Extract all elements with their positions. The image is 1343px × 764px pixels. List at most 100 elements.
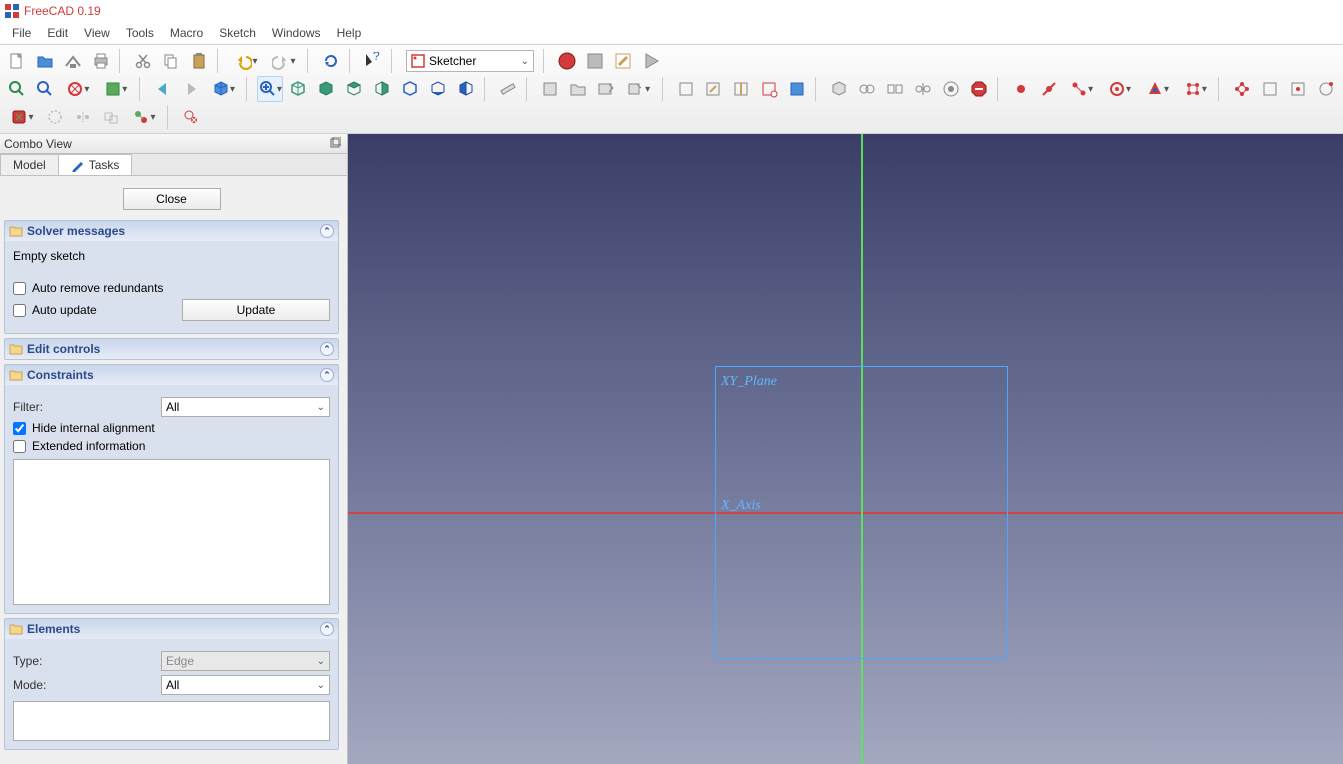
view-top-button[interactable] (341, 76, 367, 102)
constraint-horizontal-button[interactable]: ▾ (1102, 76, 1138, 102)
refresh-button[interactable] (318, 48, 344, 74)
menu-help[interactable]: Help (329, 24, 370, 42)
solver-header[interactable]: Solver messages ⌃ (5, 221, 338, 241)
sketch-map-button[interactable] (784, 76, 810, 102)
new-file-button[interactable] (4, 48, 30, 74)
filter-select[interactable]: All ⌄ (161, 397, 330, 417)
edit-controls-section: Edit controls ⌃ (4, 338, 339, 360)
copy-button[interactable] (158, 48, 184, 74)
constraints-list[interactable] (13, 459, 330, 605)
menu-edit[interactable]: Edit (39, 24, 76, 42)
sketch-merge-button[interactable] (882, 76, 908, 102)
whatsthis-button[interactable]: ? (360, 48, 386, 74)
fit-selection-button[interactable] (32, 76, 58, 102)
constraint-vertical-button[interactable]: ▾ (1064, 76, 1100, 102)
view-left-button[interactable] (453, 76, 479, 102)
workbench-selector[interactable]: Sketcher ⌄ (406, 50, 534, 72)
constraint-tangent-button[interactable] (1229, 76, 1255, 102)
part-create-button[interactable] (537, 76, 563, 102)
group-button[interactable] (565, 76, 591, 102)
sketch-stop-button[interactable] (938, 76, 964, 102)
geom-clone-button[interactable] (98, 104, 124, 130)
close-button[interactable]: Close (123, 188, 221, 210)
open-file-button[interactable] (32, 48, 58, 74)
collapse-icon[interactable]: ⌃ (320, 368, 334, 382)
sketch-mirror-button[interactable] (910, 76, 936, 102)
macro-run-button[interactable] (638, 48, 664, 74)
collapse-icon[interactable]: ⌃ (320, 622, 334, 636)
isometric-button[interactable]: ▾ (206, 76, 242, 102)
macro-stop-button[interactable] (582, 48, 608, 74)
type-select[interactable]: Edge ⌄ (161, 651, 330, 671)
chevron-down-icon: ▾ (252, 56, 257, 67)
sketch-view-button[interactable] (756, 76, 782, 102)
sketch-leave-button[interactable] (728, 76, 754, 102)
view-rear-button[interactable] (397, 76, 423, 102)
extended-info-checkbox[interactable] (13, 440, 26, 453)
constraint-equal-button[interactable] (1257, 76, 1283, 102)
redo-button[interactable]: ▾ (266, 48, 302, 74)
auto-remove-checkbox[interactable] (13, 282, 26, 295)
geom-delete-constraints-button[interactable] (178, 104, 204, 130)
view-right-button[interactable] (369, 76, 395, 102)
view-front-button[interactable] (313, 76, 339, 102)
hide-internal-checkbox[interactable] (13, 422, 26, 435)
zoom-in-button[interactable]: ▾ (257, 76, 283, 102)
menu-file[interactable]: File (4, 24, 39, 42)
constraint-perpendicular-button[interactable]: ▾ (1177, 76, 1213, 102)
measure-button[interactable] (495, 76, 521, 102)
cut-button[interactable] (130, 48, 156, 74)
tab-model[interactable]: Model (0, 154, 59, 175)
macro-record-button[interactable] (554, 48, 580, 74)
geom-copy-button[interactable]: ▾ (126, 104, 162, 130)
mode-select[interactable]: All ⌄ (161, 675, 330, 695)
collapse-icon[interactable]: ⌃ (320, 342, 334, 356)
undo-button[interactable]: ▾ (228, 48, 264, 74)
menu-macro[interactable]: Macro (162, 24, 211, 42)
stop-operation-button[interactable] (966, 76, 992, 102)
constraint-parallel-button[interactable]: ▾ (1140, 76, 1176, 102)
toolbar-separator (119, 49, 125, 73)
menu-sketch[interactable]: Sketch (211, 24, 264, 42)
viewport-3d[interactable]: XY_Plane X_Axis (348, 134, 1343, 764)
print-button[interactable] (88, 48, 114, 74)
geom-symmetry-button[interactable] (70, 104, 96, 130)
elements-header[interactable]: Elements ⌃ (5, 619, 338, 639)
menu-tools[interactable]: Tools (118, 24, 162, 42)
sketch-reorient-button[interactable] (826, 76, 852, 102)
edit-controls-header[interactable]: Edit controls ⌃ (5, 339, 338, 359)
collapse-icon[interactable]: ⌃ (320, 224, 334, 238)
tab-tasks[interactable]: Tasks (58, 154, 133, 175)
auto-remove-label: Auto remove redundants (32, 281, 163, 295)
link-actions-button[interactable]: ▾ (621, 76, 657, 102)
auto-update-checkbox[interactable] (13, 304, 26, 317)
draw-style-button[interactable]: ▾ (60, 76, 96, 102)
constraint-block-button[interactable] (1313, 76, 1339, 102)
view-iso-button[interactable] (285, 76, 311, 102)
constraints-header[interactable]: Constraints ⌃ (5, 365, 338, 385)
elements-list[interactable] (13, 701, 330, 741)
constraint-point-on-button[interactable] (1036, 76, 1062, 102)
float-panel-icon[interactable] (329, 137, 343, 151)
geom-circle-button[interactable] (42, 104, 68, 130)
fit-all-button[interactable] (4, 76, 30, 102)
menu-view[interactable]: View (76, 24, 118, 42)
constraint-symmetric-button[interactable] (1285, 76, 1311, 102)
view-bottom-button[interactable] (425, 76, 451, 102)
macro-edit-button[interactable] (610, 48, 636, 74)
nav-forward-button[interactable] (178, 76, 204, 102)
nav-back-button[interactable] (150, 76, 176, 102)
bounding-box-button[interactable]: ▾ (98, 76, 134, 102)
geom-profiles-button[interactable]: ▾ (4, 104, 40, 130)
update-button[interactable]: Update (182, 299, 330, 321)
combo-view-title: Combo View (4, 137, 72, 151)
sketch-edit-button[interactable] (700, 76, 726, 102)
sketch-validate-button[interactable] (854, 76, 880, 102)
save-button[interactable] (60, 48, 86, 74)
menu-windows[interactable]: Windows (264, 24, 329, 42)
link-make-button[interactable] (593, 76, 619, 102)
sketch-new-button[interactable] (673, 76, 699, 102)
chevron-down-icon: ▾ (84, 84, 89, 95)
constraint-coincident-button[interactable] (1008, 76, 1034, 102)
paste-button[interactable] (186, 48, 212, 74)
